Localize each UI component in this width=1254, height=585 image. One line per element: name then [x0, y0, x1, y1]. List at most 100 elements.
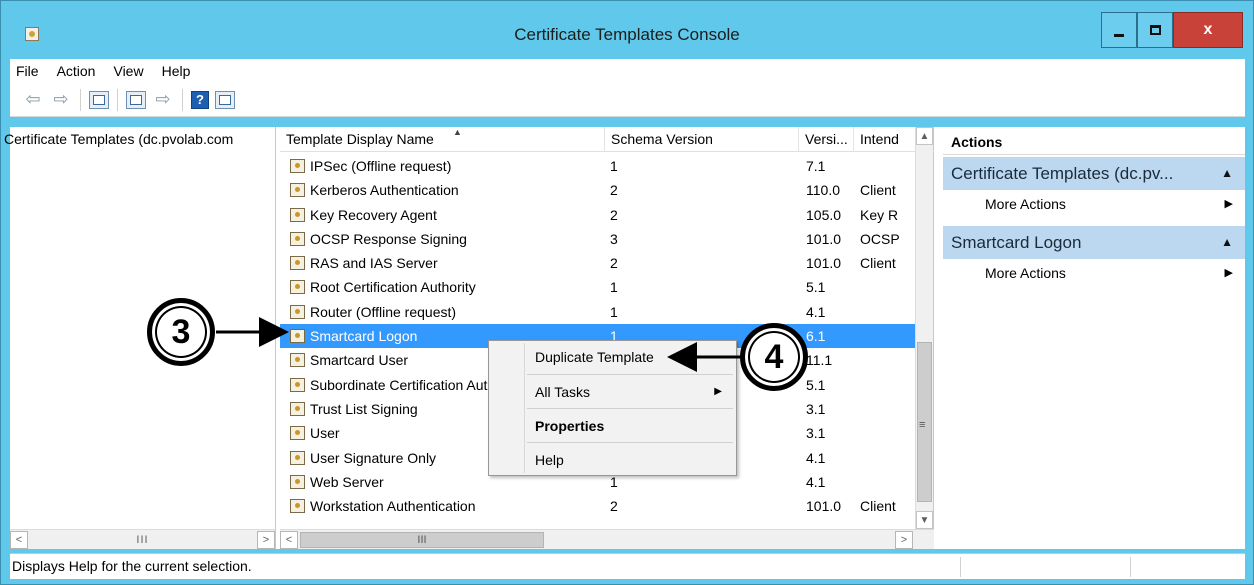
collapse-icon[interactable]: ▲ [1221, 157, 1233, 190]
menu-action[interactable]: Action [57, 63, 96, 79]
tree-root-node[interactable]: Certificate Templates (dc.pvolab.com [4, 127, 275, 152]
template-name-cell: Kerberos Authentication [290, 178, 590, 202]
intended-purposes-cell: Key R [860, 206, 899, 223]
schema-version-cell: 2 [610, 255, 618, 272]
actions-pane: Actions Certificate Templates (dc.pv... … [943, 127, 1245, 549]
template-name-cell: OCSP Response Signing [290, 227, 590, 251]
certificate-template-icon [290, 183, 305, 198]
sort-ascending-icon: ▲ [453, 127, 462, 137]
forward-arrow-icon[interactable]: ⇨ [50, 89, 72, 111]
template-row[interactable]: Kerberos Authentication 2 110.0 Client [280, 178, 916, 202]
minimize-button[interactable] [1101, 12, 1137, 48]
column-template-display-name[interactable]: Template Display Name [280, 127, 605, 152]
properties-icon[interactable] [126, 90, 146, 109]
template-row[interactable]: Router (Offline request) 1 4.1 [280, 300, 916, 324]
certificate-template-icon [290, 401, 305, 416]
title-bar[interactable]: Certificate Templates Console x [1, 1, 1253, 53]
column-intended-purposes[interactable]: Intend [854, 127, 916, 152]
scroll-left-icon[interactable]: < [280, 531, 298, 549]
vertical-scroll-grip: ≡ [919, 419, 926, 431]
version-cell: 101.0 [806, 255, 842, 272]
intended-purposes-cell: Client [860, 182, 896, 199]
template-name: Kerberos Authentication [310, 182, 459, 199]
certificate-template-icon [290, 474, 305, 489]
schema-version-cell: 1 [610, 279, 618, 296]
certificate-template-icon [290, 377, 305, 392]
close-button[interactable]: x [1173, 12, 1243, 48]
certificate-template-icon [290, 450, 305, 465]
show-hide-console-tree-icon[interactable] [89, 90, 109, 109]
template-row[interactable]: OCSP Response Signing 3 101.0 OCSP [280, 227, 916, 251]
template-name: OCSP Response Signing [310, 230, 467, 247]
actions-section-smartcard-logon[interactable]: Smartcard Logon ▲ [943, 226, 1245, 259]
version-cell: 11.1 [806, 352, 833, 369]
back-arrow-icon[interactable]: ⇦ [22, 89, 44, 111]
more-actions-item[interactable]: More Actions ▶ [943, 190, 1245, 218]
menu-item-properties[interactable]: Properties [489, 411, 736, 441]
horizontal-scroll-thumb[interactable]: III [300, 532, 544, 548]
menu-item-help[interactable]: Help [489, 445, 736, 475]
template-name: RAS and IAS Server [310, 255, 438, 272]
status-bar: Displays Help for the current selection. [10, 553, 1245, 579]
menu-item-all-tasks[interactable]: All Tasks ▶ [489, 377, 736, 407]
version-cell: 3.1 [806, 425, 826, 442]
menu-separator [527, 408, 733, 409]
template-row[interactable]: Key Recovery Agent 2 105.0 Key R [280, 203, 916, 227]
version-cell: 101.0 [806, 230, 842, 247]
certificate-template-icon [290, 426, 305, 441]
menu-help[interactable]: Help [162, 63, 191, 79]
template-row[interactable]: IPSec (Offline request) 1 7.1 [280, 154, 916, 178]
template-row[interactable]: RAS and IAS Server 2 101.0 Client [280, 251, 916, 275]
section-header-label: Certificate Templates (dc.pv... [951, 164, 1174, 183]
schema-version-cell: 3 [610, 230, 618, 247]
list-horizontal-scrollbar[interactable]: < III > [280, 529, 934, 549]
certificate-template-icon [290, 207, 305, 222]
window-controls: x [1101, 12, 1243, 48]
scroll-grip[interactable]: III [136, 534, 148, 546]
template-name: Root Certification Authority [310, 279, 476, 296]
scroll-right-icon[interactable]: > [256, 530, 275, 549]
column-version[interactable]: Versi... [799, 127, 854, 152]
template-row[interactable]: Workstation Authentication 2 101.0 Client [280, 494, 916, 518]
menu-view[interactable]: View [113, 63, 143, 79]
console-tree-pane: Certificate Templates (dc.pvolab.com < I… [4, 127, 276, 549]
scroll-up-icon[interactable]: ▲ [916, 127, 933, 145]
scroll-right-icon[interactable]: > [895, 531, 913, 549]
version-cell: 6.1 [806, 328, 826, 345]
list-vertical-scrollbar[interactable]: ▲ ≡ ▼ [915, 127, 933, 529]
maximize-button[interactable] [1137, 12, 1173, 48]
show-action-pane-icon[interactable] [215, 90, 235, 109]
window-title: Certificate Templates Console [514, 25, 740, 44]
menu-item-duplicate-template[interactable]: Duplicate Template [489, 342, 736, 372]
template-row[interactable]: Root Certification Authority 1 5.1 [280, 275, 916, 299]
menu-file[interactable]: File [16, 63, 39, 79]
template-name: Trust List Signing [310, 400, 418, 417]
more-actions-item[interactable]: More Actions ▶ [943, 259, 1245, 287]
menu-separator [527, 442, 733, 443]
version-cell: 4.1 [806, 303, 826, 320]
version-cell: 5.1 [806, 376, 826, 393]
intended-purposes-cell: Client [860, 498, 896, 515]
export-list-icon[interactable]: ⇨ [152, 89, 174, 111]
schema-version-cell: 2 [610, 498, 618, 515]
actions-section-certificate-templates[interactable]: Certificate Templates (dc.pv... ▲ [943, 157, 1245, 190]
scroll-left-icon[interactable]: < [10, 530, 28, 549]
scroll-down-icon[interactable]: ▼ [916, 511, 933, 529]
template-list-pane: Template Display Name ▲ Schema Version V… [280, 127, 934, 549]
version-cell: 5.1 [806, 279, 826, 296]
collapse-icon[interactable]: ▲ [1221, 226, 1233, 259]
template-name: User [310, 425, 340, 442]
tree-horizontal-scrollbar[interactable]: < III > [10, 529, 275, 549]
schema-version-cell: 1 [610, 158, 618, 174]
version-cell: 110.0 [806, 182, 840, 199]
template-name-cell: IPSec (Offline request) [290, 154, 590, 178]
step-3-callout: 3 [147, 298, 215, 366]
template-name-cell: Root Certification Authority [290, 275, 590, 299]
certificate-template-icon [290, 353, 305, 368]
column-schema-version[interactable]: Schema Version [605, 127, 799, 152]
toolbar-separator [80, 88, 81, 111]
help-icon[interactable]: ? [191, 90, 209, 109]
intended-purposes-cell: OCSP [860, 230, 900, 247]
minimize-icon [1114, 33, 1124, 37]
schema-version-cell: 1 [610, 303, 618, 320]
